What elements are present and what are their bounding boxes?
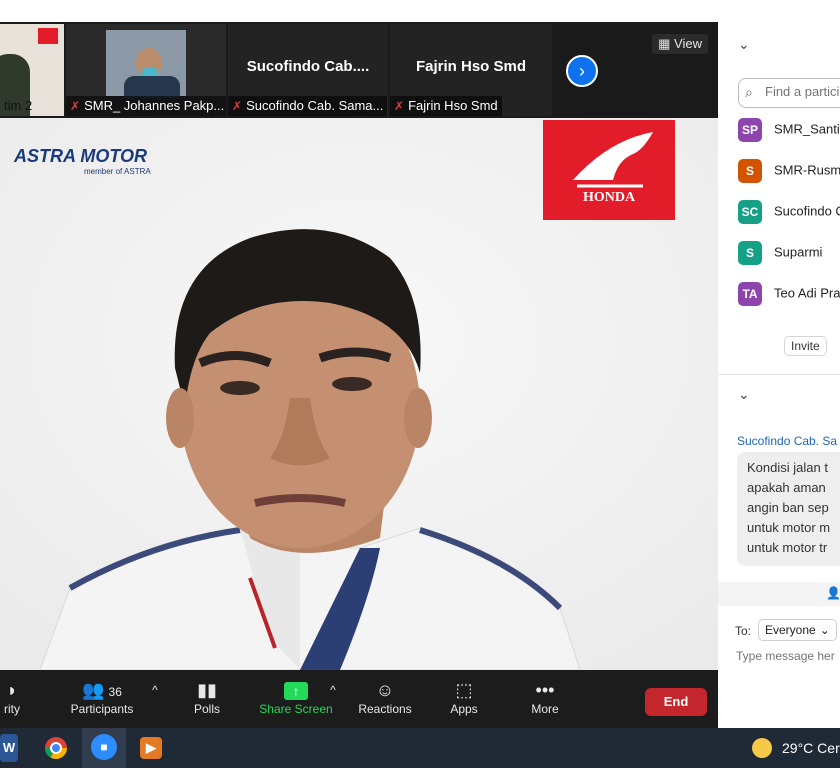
honda-logo: HONDA <box>543 120 675 220</box>
camera-icon: ■ <box>91 734 117 760</box>
chevron-up-icon: ^ <box>330 683 336 697</box>
avatar: S <box>738 241 762 265</box>
view-button[interactable]: ▦ View <box>652 34 708 54</box>
recipient-select[interactable]: Everyone ⌄ <box>758 619 837 641</box>
more-button[interactable]: ••• More <box>524 670 566 728</box>
avatar: SC <box>738 200 762 224</box>
grid-icon: ▦ <box>658 36 675 51</box>
windows-taskbar: W ■ ▶ 29°C Cer <box>0 728 840 768</box>
chevron-down-icon[interactable]: ⌄ <box>738 386 750 403</box>
avatar: TA <box>738 282 762 306</box>
participants-options-caret[interactable]: ^ <box>146 670 164 728</box>
participant-tile[interactable]: ✗ SMR_ Johannes Pakp... <box>66 24 226 116</box>
mic-muted-icon: ✗ <box>394 99 405 113</box>
share-screen-icon: ↑ <box>258 670 334 702</box>
chevron-down-icon[interactable]: ⌄ <box>738 36 750 53</box>
avatar: S <box>738 159 762 183</box>
ellipsis-icon: ••• <box>535 680 555 700</box>
avatar: SP <box>738 118 762 142</box>
chevron-right-icon: › <box>579 61 585 81</box>
polls-button[interactable]: ▮▮ Polls <box>184 670 230 728</box>
participants-button[interactable]: 👥 36 Participants <box>66 670 138 728</box>
participant-list-item[interactable]: TA Teo Adi Pra <box>738 282 840 306</box>
participant-tile[interactable]: Fajrin Hso Smd ✗ Fajrin Hso Smd <box>390 24 552 116</box>
chrome-app-icon[interactable] <box>42 734 70 762</box>
apps-button[interactable]: ⬚ Apps <box>444 670 484 728</box>
mic-muted-icon: ✗ <box>232 99 243 113</box>
security-button[interactable]: ◗ rity <box>0 670 24 728</box>
apps-icon: ⬚ <box>455 680 473 700</box>
active-speaker-video: ASTRA MOTOR member of ASTRA HONDA <box>0 118 718 670</box>
share-screen-button[interactable]: ↑ Share Screen <box>258 670 334 728</box>
weather-icon <box>752 738 772 758</box>
participant-display-name: Fajrin Hso Smd <box>415 58 527 75</box>
search-input[interactable] <box>763 83 840 100</box>
astra-motor-logo: ASTRA MOTOR member of ASTRA <box>14 146 151 176</box>
person-icon[interactable]: 👤 <box>826 586 840 600</box>
participant-name: tim 2 <box>4 98 33 113</box>
video-thumbnail-strip: tim 2 ✗ SMR_ Johannes Pakp... Sucofindo C… <box>0 22 718 118</box>
invite-button[interactable]: Invite <box>784 336 827 356</box>
participant-list-item[interactable]: S Suparmi <box>738 241 822 265</box>
to-label: To: <box>735 624 752 638</box>
chat-message-bubble: Kondisi jalan t apakah aman angin ban se… <box>737 452 840 566</box>
bar-chart-icon: ▮▮ <box>197 680 217 700</box>
reactions-button[interactable]: ☺ Reactions <box>356 670 414 728</box>
participants-icon: 👥 36 <box>82 680 122 700</box>
side-panel: ⌄ ⌕ SPSMR_Santi SSMR-Rusm SCSucofindo C … <box>718 22 840 728</box>
emoji-plus-icon: ☺ <box>375 680 395 700</box>
participant-list-item[interactable]: SC Sucofindo C <box>738 200 840 224</box>
participant-name-bar: ✗ Sucofindo Cab. Sama... <box>228 96 388 116</box>
participant-name-bar: ✗ SMR_ Johannes Pakp... <box>66 96 226 116</box>
chevron-down-icon: ⌄ <box>819 623 830 637</box>
mic-muted-icon: ✗ <box>70 99 81 113</box>
chat-message-input[interactable] <box>734 648 840 664</box>
honda-logo-small <box>38 28 58 44</box>
participant-list-item[interactable]: S SMR-Rusm <box>738 159 840 183</box>
end-meeting-button[interactable]: End <box>645 688 707 716</box>
divider <box>718 374 840 375</box>
zoom-app-icon[interactable]: ■ <box>82 728 126 768</box>
chevron-up-icon: ^ <box>152 683 158 697</box>
participant-search-field[interactable]: ⌕ <box>738 78 840 108</box>
chat-toolbar: 👤 <box>718 582 840 606</box>
shield-icon: ◗ <box>6 680 18 700</box>
participant-display-name: Sucofindo Cab.... <box>246 58 370 75</box>
participants-count: 36 <box>108 685 122 699</box>
chat-sender: Sucofindo Cab. Sa <box>737 434 838 448</box>
participant-list-item[interactable]: SP SMR_Santi <box>738 118 840 142</box>
participant-tile[interactable]: Sucofindo Cab.... ✗ Sucofindo Cab. Sama..… <box>228 24 388 116</box>
meeting-toolbar: ◗ rity 👥 36 Participants ^ ▮▮ Polls ↑ Sha… <box>0 670 718 728</box>
next-page-button[interactable]: › <box>566 55 598 87</box>
participant-tile[interactable]: tim 2 <box>0 24 64 116</box>
participant-name-bar: ✗ Fajrin Hso Smd <box>390 96 502 116</box>
share-options-caret[interactable]: ^ <box>324 670 342 728</box>
word-app-icon[interactable]: W <box>0 734 18 762</box>
media-app-icon[interactable]: ▶ <box>140 737 162 759</box>
weather-temp[interactable]: 29°C Cer <box>782 740 840 756</box>
participant-video <box>106 30 186 98</box>
search-icon: ⌕ <box>745 84 753 100</box>
